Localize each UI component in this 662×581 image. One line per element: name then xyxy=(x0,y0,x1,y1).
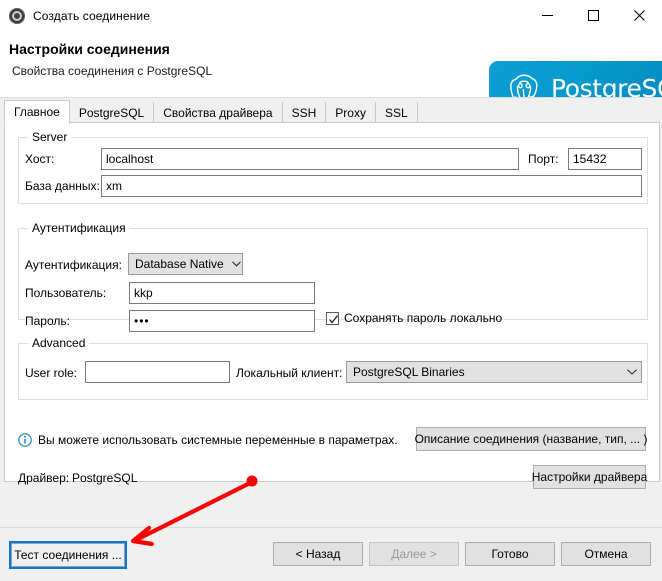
username-label: Пользователь: xyxy=(25,286,107,300)
user-role-input[interactable] xyxy=(85,361,230,383)
host-input[interactable] xyxy=(101,148,519,170)
auth-type-label: Аутентификация: xyxy=(25,258,122,272)
local-client-label: Локальный клиент: xyxy=(236,366,343,380)
info-circle-icon xyxy=(18,433,32,447)
auth-type-combo[interactable]: Database Native xyxy=(128,253,243,275)
port-input[interactable] xyxy=(568,148,642,170)
save-password-label: Сохранять пароль локально xyxy=(344,311,503,325)
system-variables-hint: Вы можете использовать системные перемен… xyxy=(38,433,398,447)
driver-value: PostgreSQL xyxy=(72,471,138,485)
finish-button[interactable]: Готово xyxy=(465,542,555,566)
database-input[interactable] xyxy=(101,175,642,197)
page-subtitle: Свойства соединения с PostgreSQL xyxy=(12,64,213,78)
back-button[interactable]: < Назад xyxy=(273,542,363,566)
server-group-label: Server xyxy=(28,130,72,144)
password-input[interactable] xyxy=(129,310,315,332)
dialog-header: Настройки соединения Свойства соединения… xyxy=(0,31,662,120)
tab-main[interactable]: Главное xyxy=(4,100,70,124)
port-label: Порт: xyxy=(528,152,559,166)
user-role-label: User role: xyxy=(25,366,78,380)
password-label: Пароль: xyxy=(25,314,70,328)
create-connection-dialog: Создать соединение Настройки соединения … xyxy=(0,0,662,581)
test-connection-button[interactable]: Тест соединения ... xyxy=(11,543,125,567)
next-button[interactable]: Далее > xyxy=(369,542,459,566)
host-label: Хост: xyxy=(25,152,55,166)
tab-postgresql[interactable]: PostgreSQL xyxy=(69,102,155,123)
cancel-button[interactable]: Отмена xyxy=(561,542,651,566)
maximize-icon[interactable] xyxy=(570,0,616,31)
save-password-checkbox[interactable] xyxy=(326,311,339,325)
title-bar: Создать соединение xyxy=(0,0,662,31)
driver-settings-button[interactable]: Настройки драйвера xyxy=(532,465,647,489)
close-icon[interactable] xyxy=(616,0,662,31)
chevron-down-icon xyxy=(619,369,637,375)
advanced-group-label: Advanced xyxy=(28,336,90,350)
username-input[interactable] xyxy=(129,282,315,304)
tab-proxy[interactable]: Proxy xyxy=(326,102,376,123)
tab-strip: Главное PostgreSQL Свойства драйвера SSH… xyxy=(4,100,418,124)
auth-type-value: Database Native xyxy=(135,257,224,271)
driver-label: Драйвер: xyxy=(18,471,70,485)
minimize-icon[interactable] xyxy=(524,0,570,31)
page-title: Настройки соединения xyxy=(9,41,170,57)
tab-ssh[interactable]: SSH xyxy=(282,102,327,123)
chevron-down-icon xyxy=(224,261,241,267)
tab-driver-properties[interactable]: Свойства драйвера xyxy=(154,102,283,123)
tab-ssl[interactable]: SSL xyxy=(375,102,418,123)
dialog-body: Главное PostgreSQL Свойства драйвера SSH… xyxy=(0,98,662,523)
window-title: Создать соединение xyxy=(33,8,150,23)
authentication-group: Аутентификация xyxy=(18,221,648,320)
window-controls xyxy=(524,0,662,31)
dbeaver-beaver-icon xyxy=(9,7,25,24)
dialog-footer: Тест соединения ... < Назад Далее > Гото… xyxy=(0,528,662,581)
tab-panel-main: Server Хост: Порт: База данных: Аутентиф… xyxy=(4,122,660,489)
local-client-value: PostgreSQL Binaries xyxy=(353,365,465,379)
save-password-checkbox-row[interactable]: Сохранять пароль локально xyxy=(326,311,502,325)
local-client-combo[interactable]: PostgreSQL Binaries xyxy=(346,361,642,383)
connection-description-button[interactable]: Описание соединения (название, тип, ... … xyxy=(415,427,647,451)
database-label: База данных: xyxy=(25,179,100,193)
authentication-group-label: Аутентификация xyxy=(28,221,130,235)
